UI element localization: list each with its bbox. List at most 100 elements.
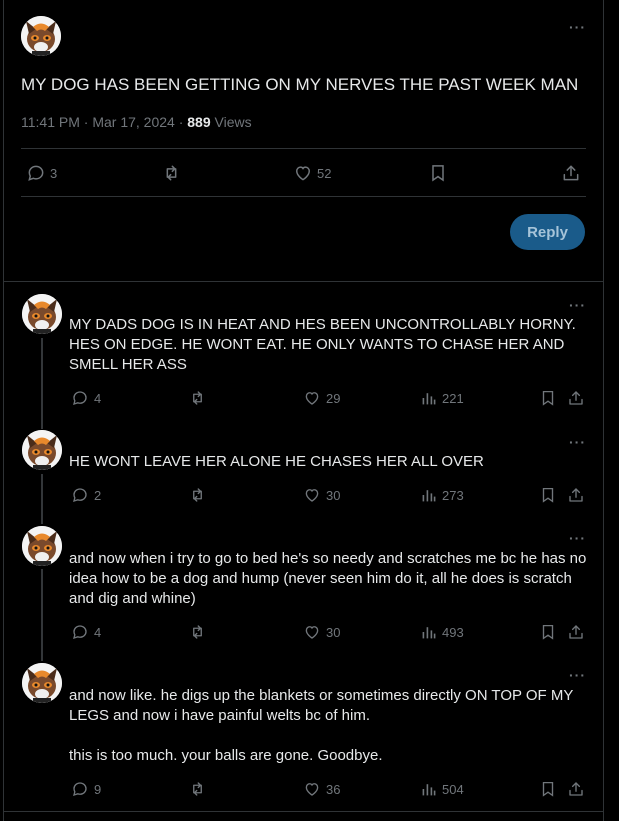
- views-count: 889: [187, 114, 211, 130]
- share-action[interactable]: [567, 486, 585, 504]
- more-icon[interactable]: ···: [569, 20, 586, 34]
- bookmark-action[interactable]: [539, 780, 557, 798]
- reply-action[interactable]: 2: [71, 486, 101, 504]
- like-count: 36: [326, 781, 341, 797]
- section-divider: [4, 811, 603, 812]
- reply-icon: [71, 623, 89, 641]
- views-icon: [421, 389, 437, 407]
- tweet-text: MY DOG HAS BEEN GETTING ON MY NERVES THE…: [21, 75, 579, 94]
- reply-action[interactable]: 9: [71, 780, 101, 798]
- like-icon: [303, 780, 321, 798]
- more-icon[interactable]: ···: [569, 435, 586, 449]
- reply-text: and now like. he digs up the blankets or…: [69, 687, 574, 764]
- views-action[interactable]: 273: [421, 486, 464, 504]
- retweet-action[interactable]: [188, 780, 207, 798]
- reply-action[interactable]: 4: [71, 389, 101, 407]
- bookmark-action[interactable]: [539, 486, 557, 504]
- thread-line: [41, 474, 43, 524]
- share-action[interactable]: [561, 163, 581, 183]
- retweet-icon: [188, 486, 207, 504]
- like-action[interactable]: 30: [303, 623, 340, 641]
- bookmark-icon: [539, 623, 557, 641]
- reply-text: and now when i try to go to bed he's so …: [69, 550, 587, 607]
- share-icon: [567, 623, 585, 641]
- share-icon: [567, 486, 585, 504]
- share-icon: [567, 780, 585, 798]
- views-label: Views: [210, 114, 252, 130]
- reply-count: 9: [94, 781, 102, 797]
- like-icon: [293, 163, 313, 183]
- avatar[interactable]: [22, 430, 62, 470]
- reply-count: 4: [94, 390, 102, 406]
- more-icon[interactable]: ···: [569, 531, 586, 545]
- views-count: 273: [442, 487, 464, 503]
- retweet-icon: [188, 780, 207, 798]
- more-icon[interactable]: ···: [569, 668, 586, 682]
- views-count: 504: [442, 781, 464, 797]
- bookmark-icon: [539, 486, 557, 504]
- reply-count: 3: [50, 165, 58, 181]
- views-action[interactable]: 221: [421, 389, 464, 407]
- like-icon: [303, 623, 321, 641]
- tweet-meta: 11:41 PM · Mar 17, 2024 · 889 Views: [21, 113, 252, 131]
- like-count: 30: [326, 487, 341, 503]
- retweet-icon: [188, 389, 207, 407]
- timeline-column: ··· MY DOG HAS BEEN GETTING ON MY NERVES…: [3, 0, 604, 821]
- reply-text: MY DADS DOG IS IN HEAT AND HES BEEN UNCO…: [69, 316, 576, 373]
- share-action[interactable]: [567, 623, 585, 641]
- avatar[interactable]: [22, 526, 62, 566]
- bookmark-icon: [539, 780, 557, 798]
- reply-icon: [26, 163, 46, 183]
- avatar[interactable]: [21, 16, 61, 56]
- retweet-action[interactable]: [188, 623, 207, 641]
- share-action[interactable]: [567, 780, 585, 798]
- share-icon: [567, 389, 585, 407]
- like-count: 52: [317, 165, 332, 181]
- avatar[interactable]: [22, 294, 62, 334]
- views-icon: [421, 486, 437, 504]
- like-action[interactable]: 52: [293, 163, 331, 183]
- section-divider: [4, 281, 603, 282]
- like-action[interactable]: 30: [303, 486, 340, 504]
- bookmark-action[interactable]: [428, 163, 448, 183]
- reply-text: HE WONT LEAVE HER ALONE HE CHASES HER AL…: [69, 453, 484, 470]
- reply-count: 4: [94, 624, 102, 640]
- views-count: 221: [442, 390, 464, 406]
- retweet-action[interactable]: [161, 163, 182, 183]
- reply-icon: [71, 486, 89, 504]
- retweet-icon: [161, 163, 182, 183]
- reply-icon: [71, 780, 89, 798]
- retweet-action[interactable]: [188, 389, 207, 407]
- timestamp[interactable]: 11:41 PM · Mar 17, 2024 ·: [21, 114, 187, 130]
- views-action[interactable]: 504: [421, 780, 464, 798]
- views-icon: [421, 623, 437, 641]
- reply-count: 2: [94, 487, 102, 503]
- thread-line: [41, 338, 43, 429]
- share-icon: [561, 163, 581, 183]
- reply-action[interactable]: 3: [26, 163, 57, 183]
- like-icon: [303, 486, 321, 504]
- retweet-icon: [188, 623, 207, 641]
- like-action[interactable]: 29: [303, 389, 340, 407]
- views-icon: [421, 780, 437, 798]
- avatar[interactable]: [22, 663, 62, 703]
- share-action[interactable]: [567, 389, 585, 407]
- like-action[interactable]: 36: [303, 780, 340, 798]
- reply-button[interactable]: Reply: [510, 214, 585, 250]
- views-count: 493: [442, 624, 464, 640]
- bookmark-icon: [539, 389, 557, 407]
- like-icon: [303, 389, 321, 407]
- more-icon[interactable]: ···: [569, 298, 586, 312]
- bookmark-icon: [428, 163, 448, 183]
- divider: [21, 148, 586, 149]
- thread-line: [41, 569, 43, 661]
- reply-action[interactable]: 4: [71, 623, 101, 641]
- retweet-action[interactable]: [188, 486, 207, 504]
- like-count: 30: [326, 624, 341, 640]
- like-count: 29: [326, 390, 341, 406]
- views-action[interactable]: 493: [421, 623, 464, 641]
- bookmark-action[interactable]: [539, 389, 557, 407]
- divider: [21, 196, 586, 197]
- reply-icon: [71, 389, 89, 407]
- bookmark-action[interactable]: [539, 623, 557, 641]
